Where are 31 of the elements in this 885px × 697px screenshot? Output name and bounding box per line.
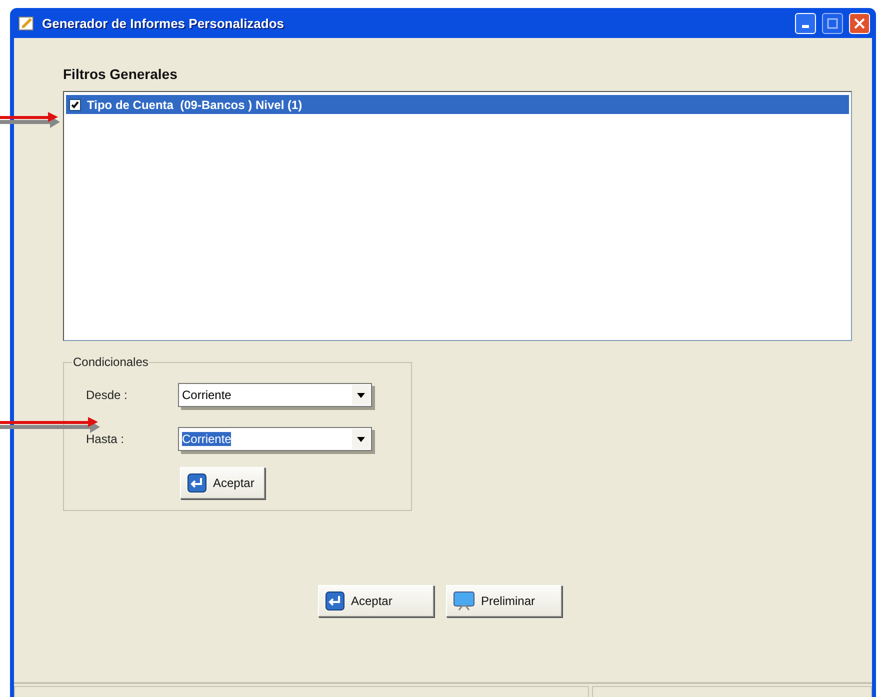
combo-value: Corriente <box>182 388 232 402</box>
close-button[interactable] <box>849 12 870 34</box>
maximize-icon <box>827 18 838 28</box>
minimize-icon <box>802 25 809 28</box>
minimize-button[interactable] <box>795 12 816 34</box>
field-label: Desde : <box>86 388 128 402</box>
enter-icon <box>325 591 345 611</box>
app-icon <box>18 15 36 31</box>
group-title: Condicionales <box>72 355 150 369</box>
caret-icon <box>357 392 365 398</box>
check-icon <box>71 100 79 108</box>
caret-icon <box>357 436 365 442</box>
monitor-icon <box>453 591 475 611</box>
filter-item[interactable]: Tipo de Cuenta (09-Bancos ) Nivel (1) <box>66 95 849 114</box>
section-heading: Filtros Generales <box>63 66 178 82</box>
combo-box[interactable]: Corriente <box>178 427 372 451</box>
preview-button[interactable]: Preliminar <box>446 585 562 617</box>
combo-value: Corriente <box>182 432 232 446</box>
accept-button[interactable]: Aceptar <box>180 467 266 499</box>
dropdown-button[interactable] <box>352 429 370 449</box>
dropdown-button[interactable] <box>352 385 370 405</box>
combo-box[interactable]: Corriente <box>178 383 372 407</box>
filter-label: Tipo de Cuenta (09-Bancos ) Nivel (1) <box>87 98 302 112</box>
annotation-arrow <box>0 112 62 128</box>
accept-button[interactable]: Aceptar <box>318 585 434 617</box>
checkbox[interactable] <box>69 98 81 110</box>
window-title: Generador de Informes Personalizados <box>42 16 286 30</box>
close-icon <box>854 18 865 28</box>
maximize-button[interactable] <box>822 12 843 34</box>
field-label: Hasta : <box>86 432 126 446</box>
enter-icon <box>187 473 207 493</box>
